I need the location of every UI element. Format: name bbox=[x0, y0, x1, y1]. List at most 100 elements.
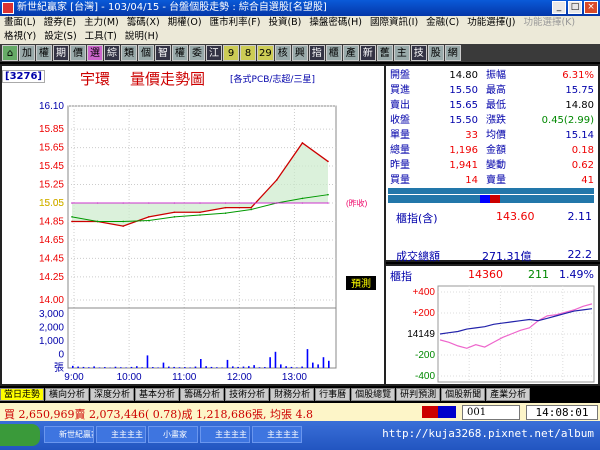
tab-6[interactable]: 財務分析 bbox=[270, 387, 315, 401]
tab-8[interactable]: 個股總覽 bbox=[351, 387, 396, 401]
quote-label: 開盤 bbox=[390, 70, 410, 81]
series-point-reference bbox=[148, 202, 150, 204]
toolbar-button[interactable]: 網 bbox=[444, 45, 461, 61]
toolbar-button[interactable]: 主 bbox=[393, 45, 410, 61]
toolbar-button[interactable]: 綜 bbox=[104, 45, 120, 61]
menu-item[interactable]: 匯市利率(F) bbox=[206, 16, 265, 30]
toolbar-button[interactable]: 指 bbox=[308, 45, 325, 61]
toolbar-button[interactable]: 櫃 bbox=[325, 45, 342, 61]
close-button[interactable]: × bbox=[584, 1, 598, 14]
toolbar-button[interactable]: 類 bbox=[121, 45, 137, 61]
taskbar-item[interactable]: 主主主主 bbox=[200, 426, 250, 443]
toolbar-button[interactable]: 個 bbox=[138, 45, 154, 61]
mini-index-pct: 1.49% bbox=[559, 268, 594, 281]
menu-item[interactable]: 主力(M) bbox=[80, 16, 123, 30]
volume-bar bbox=[184, 367, 186, 368]
quick-toolbar: ⌂ 加權期價選綜類個智權委江 9 8 29 核興指櫃產新舊主技股網 bbox=[0, 44, 600, 62]
tab-7[interactable]: 行事曆 bbox=[315, 387, 351, 401]
tab-1[interactable]: 橫向分析 bbox=[45, 387, 90, 401]
toolbar-button[interactable]: 8 bbox=[240, 45, 256, 61]
menu-item[interactable]: 證券(E) bbox=[40, 16, 80, 30]
taskbar-item[interactable]: 主主主主 bbox=[96, 426, 146, 443]
turnover-label: 成交總額 bbox=[396, 250, 440, 263]
y-tick-label: 14.45 bbox=[39, 253, 64, 264]
menu-item[interactable]: 金融(C) bbox=[422, 16, 463, 30]
toolbar-button[interactable]: 技 bbox=[410, 45, 427, 61]
quote-row: 昨量 1,941 變動 0.62 bbox=[388, 158, 596, 173]
volume-bar bbox=[189, 367, 191, 368]
quote-row: 買量 14 賣量 41 bbox=[388, 173, 596, 188]
toolbar-button[interactable]: 江 bbox=[206, 45, 222, 61]
menu-item[interactable]: 操盤密碼(H) bbox=[305, 16, 366, 30]
menu-item[interactable]: 期權(O) bbox=[164, 16, 206, 30]
stock-name: 宇環 bbox=[80, 70, 111, 88]
quote-row: 買進 15.50 最高 15.75 bbox=[388, 83, 596, 98]
quote-label: 最低 bbox=[486, 100, 506, 111]
toolbar-button[interactable]: 權 bbox=[172, 45, 188, 61]
toolbar-button[interactable]: 興 bbox=[291, 45, 308, 61]
taskbar-item[interactable]: 主主主主 bbox=[252, 426, 302, 443]
toolbar-button[interactable]: 價 bbox=[70, 45, 86, 61]
toolbar-button[interactable]: 9 bbox=[223, 45, 239, 61]
bid-ask-segment bbox=[480, 195, 490, 203]
y-tick-label: 15.65 bbox=[39, 143, 64, 154]
minimize-button[interactable]: _ bbox=[552, 1, 566, 14]
toolbar-button[interactable]: 核 bbox=[274, 45, 291, 61]
menu-item[interactable]: 功能選擇(J) bbox=[463, 16, 519, 30]
series-point-price bbox=[173, 211, 176, 214]
toolbar-button[interactable]: 29 bbox=[257, 45, 274, 61]
volume-bar bbox=[98, 367, 101, 368]
toolbar-button[interactable]: 期 bbox=[53, 45, 69, 61]
series-point-price bbox=[71, 220, 73, 223]
tab-10[interactable]: 個股新聞 bbox=[441, 387, 486, 401]
menu-item[interactable]: 投資(B) bbox=[264, 16, 305, 30]
volume-bar bbox=[205, 366, 207, 368]
toolbar-button[interactable]: 智 bbox=[155, 45, 171, 61]
tab-4[interactable]: 籌碼分析 bbox=[180, 387, 225, 401]
otc-index-mini-chart: +400 +200 14149 -200 -400 bbox=[407, 285, 595, 383]
home-icon[interactable]: ⌂ bbox=[2, 45, 18, 61]
toolbar-button[interactable]: 產 bbox=[342, 45, 359, 61]
menu-item[interactable]: 籌碼(X) bbox=[123, 16, 164, 30]
toolbar-button[interactable]: 委 bbox=[189, 45, 205, 61]
tab-11[interactable]: 產業分析 bbox=[486, 387, 531, 401]
toolbar-button[interactable]: 權 bbox=[36, 45, 52, 61]
volume-tick-label: 張 bbox=[54, 362, 64, 374]
series-point-reference bbox=[122, 202, 124, 204]
stock-code-input[interactable]: 001 bbox=[462, 405, 520, 420]
volume-bar bbox=[72, 365, 74, 368]
tab-0[interactable]: 當日走勢 bbox=[0, 387, 45, 401]
tab-3[interactable]: 基本分析 bbox=[135, 387, 180, 401]
series-point-average bbox=[301, 197, 304, 200]
y-tick-label: 14.00 bbox=[39, 295, 64, 306]
tab-9[interactable]: 研判預測 bbox=[396, 387, 441, 401]
x-tick-label: 11:00 bbox=[172, 372, 197, 383]
series-point-reference bbox=[96, 202, 99, 204]
tab-2[interactable]: 深度分析 bbox=[90, 387, 135, 401]
menu-item[interactable]: 說明(H) bbox=[121, 30, 163, 44]
start-button[interactable] bbox=[0, 424, 40, 446]
volume-tick-label: 1,000 bbox=[39, 336, 64, 347]
toolbar-button[interactable]: 舊 bbox=[376, 45, 393, 61]
volume-tick-label: 2,000 bbox=[39, 323, 64, 334]
menu-item[interactable]: 畫面(L) bbox=[0, 16, 40, 30]
menu-item[interactable]: 設定(S) bbox=[40, 30, 80, 44]
taskbar-item[interactable]: 新世紀贏家 bbox=[44, 426, 94, 443]
taskbar-item[interactable]: 小畫家 bbox=[148, 426, 198, 443]
menu-item[interactable]: 工具(T) bbox=[81, 30, 121, 44]
toolbar-button[interactable]: 新 bbox=[359, 45, 376, 61]
maximize-button[interactable]: □ bbox=[568, 1, 582, 14]
quote-label: 賣量 bbox=[486, 175, 506, 186]
series-point-average bbox=[173, 216, 176, 218]
toolbar-button[interactable]: 股 bbox=[427, 45, 444, 61]
menu-item[interactable]: 國際資訊(I) bbox=[366, 16, 422, 30]
quote-label: 昨量 bbox=[390, 160, 410, 171]
toolbar-button[interactable]: 加 bbox=[19, 45, 35, 61]
menu-item[interactable]: 格視(Y) bbox=[0, 30, 40, 44]
forecast-button[interactable]: 預測 bbox=[346, 276, 376, 290]
series-point-average bbox=[71, 216, 73, 218]
menu-bar: 畫面(L) 證券(E) 主力(M) 籌碼(X) 期權(O) 匯市利率(F) 投資(B) 操盤密… bbox=[0, 16, 600, 44]
toolbar-button[interactable]: 選 bbox=[87, 45, 103, 61]
tab-5[interactable]: 技術分析 bbox=[225, 387, 270, 401]
menu-item[interactable]: 功能選擇(K) bbox=[519, 16, 579, 30]
